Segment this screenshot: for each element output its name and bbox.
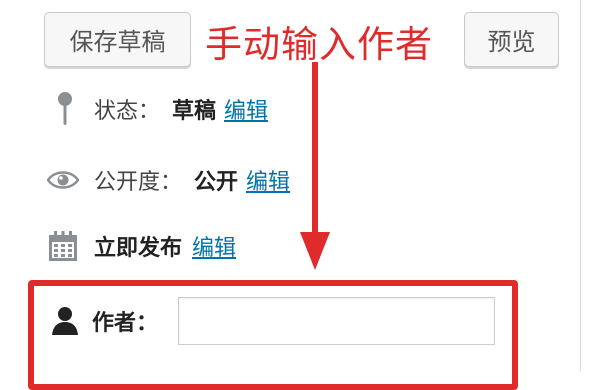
annotation-text: 手动输入作者	[205, 23, 433, 66]
status-row: 状态： 草稿 编辑	[50, 89, 268, 129]
publish-row: 立即发布 编辑	[46, 226, 236, 266]
publish-label: 立即发布	[94, 236, 183, 261]
visibility-label: 公开度：	[94, 170, 183, 195]
user-icon	[50, 306, 80, 336]
author-input[interactable]	[178, 297, 496, 345]
publish-edit-link[interactable]: 编辑	[192, 230, 236, 262]
save-draft-button[interactable]: 保存草稿	[44, 12, 191, 67]
preview-button[interactable]: 预览	[464, 12, 559, 67]
pin-icon	[50, 91, 80, 127]
author-row: 作者：	[50, 296, 496, 346]
visibility-value: 公开	[194, 170, 239, 195]
panel-border	[580, 0, 581, 372]
author-label: 作者：	[92, 311, 159, 336]
calendar-icon	[46, 230, 80, 262]
eye-icon	[46, 169, 80, 191]
visibility-row: 公开度： 公开 编辑	[46, 160, 290, 200]
status-label: 状态：	[94, 99, 161, 124]
status-value: 草稿	[172, 99, 217, 124]
status-edit-link[interactable]: 编辑	[224, 93, 268, 125]
visibility-edit-link[interactable]: 编辑	[246, 164, 290, 196]
